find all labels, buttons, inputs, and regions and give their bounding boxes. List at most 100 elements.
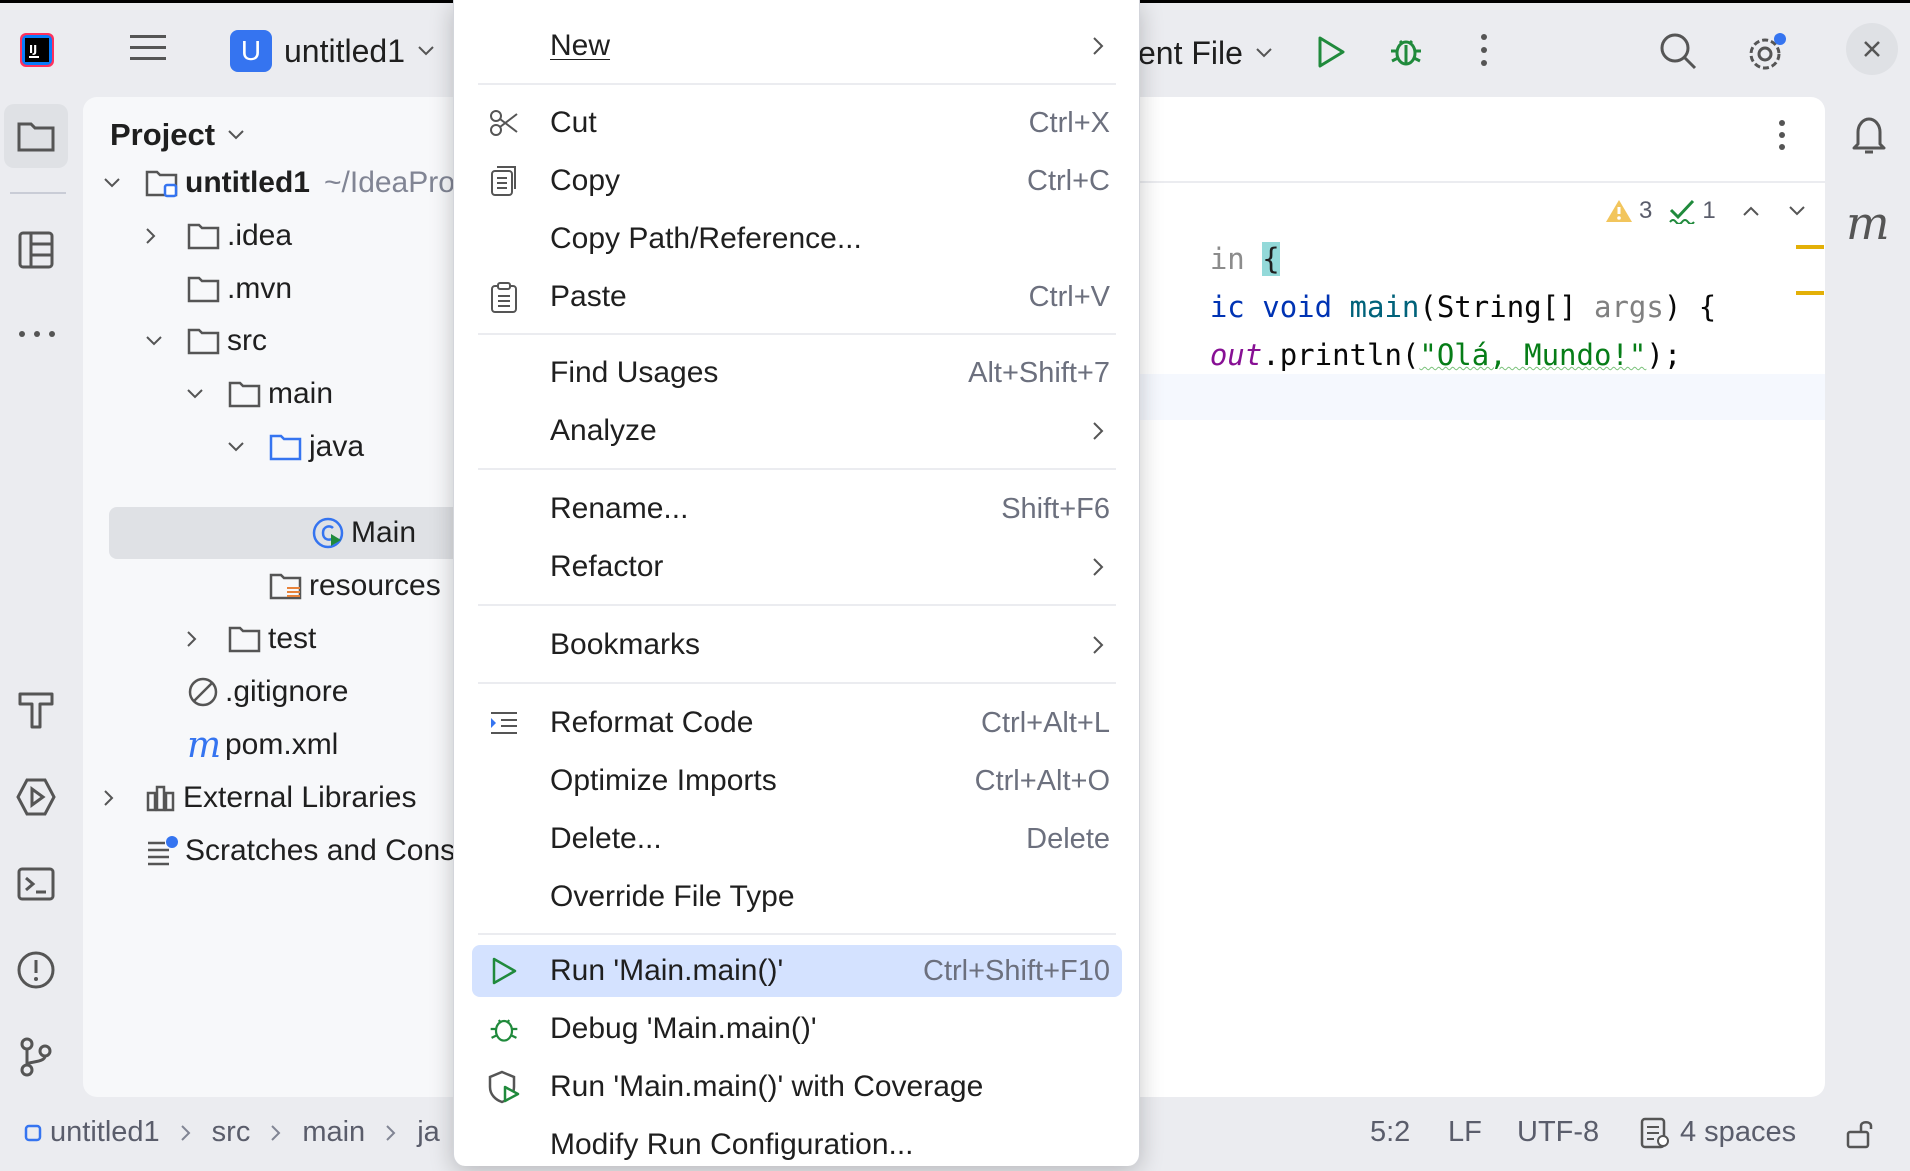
tree-item-label: Scratches and Cons <box>185 834 456 867</box>
typo-check-icon <box>1668 198 1696 224</box>
warning-icon <box>1605 198 1633 224</box>
chevron-down-icon[interactable] <box>186 388 214 400</box>
chevron-right-icon <box>385 1124 397 1142</box>
menu-item-cut[interactable]: Cut Ctrl+X <box>472 97 1122 149</box>
tree-item-idea[interactable]: .idea <box>145 210 292 262</box>
menu-item-find-usages[interactable]: Find Usages Alt+Shift+7 <box>472 347 1122 399</box>
line-separator[interactable]: LF <box>1448 1116 1482 1149</box>
menu-item-copy-path[interactable]: Copy Path/Reference... <box>472 213 1122 265</box>
code-token: ); <box>1646 338 1682 372</box>
folder-icon <box>228 379 262 409</box>
chevron-right-icon[interactable] <box>186 630 214 648</box>
ignore-file-icon <box>187 676 219 708</box>
menu-item-debug-main[interactable]: Debug 'Main.main()' <box>472 1003 1122 1055</box>
services-tool-icon[interactable] <box>4 765 68 829</box>
tree-item-test[interactable]: test <box>186 613 316 665</box>
tree-item-main-folder[interactable]: main <box>186 368 333 420</box>
chevron-down-icon[interactable] <box>145 335 173 347</box>
tree-row-selection <box>109 507 483 559</box>
chevron-down-icon <box>227 129 245 141</box>
menu-item-new[interactable]: New <box>472 20 1122 72</box>
editor-header-divider <box>1100 181 1825 183</box>
problems-tool-icon[interactable] <box>4 938 68 1002</box>
menu-item-modify-run-configuration[interactable]: Modify Run Configuration... <box>472 1119 1122 1171</box>
breadcrumb-item[interactable]: main <box>302 1116 365 1149</box>
indent-icon <box>1640 1117 1670 1149</box>
menu-item-paste[interactable]: Paste Ctrl+V <box>472 271 1122 323</box>
tree-item-pom[interactable]: m pom.xml <box>187 719 338 771</box>
tree-item-label: .gitignore <box>225 675 349 708</box>
notifications-icon[interactable] <box>1850 114 1888 156</box>
search-icon[interactable] <box>1658 31 1698 71</box>
chevron-down-icon <box>1255 47 1273 59</box>
tree-item-mvn[interactable]: .mvn <box>187 263 292 315</box>
app-logo-icon[interactable]: IJ <box>20 33 54 67</box>
menu-separator <box>478 83 1116 85</box>
inspections-widget[interactable]: 3 1 <box>1605 197 1806 225</box>
chevron-down-icon[interactable] <box>227 441 255 453</box>
menu-item-optimize-imports[interactable]: Optimize Imports Ctrl+Alt+O <box>472 755 1122 807</box>
editor-more-icon[interactable] <box>1778 119 1786 151</box>
menu-item-rename[interactable]: Rename... Shift+F6 <box>472 483 1122 535</box>
menu-item-label: New <box>550 29 611 62</box>
menu-item-shortcut: Ctrl+C <box>1027 164 1110 197</box>
chevron-down-icon[interactable] <box>103 177 131 189</box>
file-encoding[interactable]: UTF-8 <box>1517 1116 1599 1149</box>
tree-item-main-class[interactable]: Main <box>311 507 416 559</box>
tree-item-java[interactable]: java <box>227 421 364 473</box>
menu-item-override-file-type[interactable]: Override File Type <box>472 871 1122 923</box>
menu-item-run-with-coverage[interactable]: Run 'Main.main()' with Coverage <box>472 1061 1122 1113</box>
caret-position[interactable]: 5:2 <box>1370 1116 1410 1149</box>
breadcrumb-item[interactable]: untitled1 <box>50 1116 160 1149</box>
structure-tool-icon[interactable] <box>4 218 68 282</box>
menu-item-label: Copy <box>550 164 621 197</box>
tree-item-scratches[interactable]: Scratches and Cons <box>145 825 455 877</box>
tree-item-label: test <box>268 622 317 655</box>
lock-icon[interactable] <box>1845 1118 1875 1150</box>
menu-item-delete[interactable]: Delete... Delete <box>472 813 1122 865</box>
project-selector[interactable]: U untitled1 <box>230 27 435 75</box>
settings-icon[interactable] <box>1744 31 1788 75</box>
menu-item-shortcut: Alt+Shift+7 <box>968 356 1110 389</box>
more-actions-icon[interactable] <box>1480 33 1488 67</box>
menu-item-reformat-code[interactable]: Reformat Code Ctrl+Alt+L <box>472 697 1122 749</box>
breadcrumb-item[interactable]: ja <box>417 1116 440 1149</box>
menu-item-analyze[interactable]: Analyze <box>472 405 1122 457</box>
menu-item-refactor[interactable]: Refactor <box>472 541 1122 593</box>
tree-item-untitled1[interactable]: untitled1 ~/IdeaPro <box>103 157 455 209</box>
tree-item-resources[interactable]: resources <box>269 560 441 612</box>
indent-widget[interactable]: 4 spaces <box>1640 1116 1796 1149</box>
run-config-selector[interactable]: ent File <box>1138 27 1273 79</box>
menu-item-label: Run 'Main.main()' with Coverage <box>550 1070 984 1103</box>
tree-item-label: java <box>309 430 365 463</box>
more-tools-icon[interactable] <box>18 330 56 338</box>
maven-tool-icon[interactable]: m <box>1846 196 1890 250</box>
warning-stripe-mark[interactable] <box>1796 291 1824 295</box>
menu-item-run-main[interactable]: Run 'Main.main()' Ctrl+Shift+F10 <box>472 945 1122 997</box>
warning-stripe-mark[interactable] <box>1796 245 1824 249</box>
code-token: out <box>1209 338 1263 372</box>
main-menu-icon[interactable] <box>130 33 166 63</box>
editor-panel[interactable]: 3 1 in { ic void main(String[] args) { o… <box>1100 97 1825 1097</box>
run-icon[interactable] <box>1316 35 1346 69</box>
terminal-tool-icon[interactable] <box>4 852 68 916</box>
build-tool-icon[interactable] <box>4 678 68 742</box>
chevron-up-icon[interactable] <box>1742 205 1760 217</box>
close-icon[interactable] <box>1846 23 1898 75</box>
debug-icon[interactable] <box>1388 33 1424 69</box>
menu-item-bookmarks[interactable]: Bookmarks <box>472 619 1122 671</box>
breadcrumb-item[interactable]: src <box>212 1116 251 1149</box>
chevron-down-icon[interactable] <box>1788 205 1806 217</box>
tree-item-src[interactable]: src <box>145 315 267 367</box>
chevron-right-icon[interactable] <box>103 789 131 807</box>
tree-item-label: .mvn <box>227 272 293 305</box>
project-panel-header[interactable]: Project <box>110 117 245 153</box>
project-tool-icon[interactable] <box>4 104 68 168</box>
paste-icon <box>488 281 520 313</box>
git-tool-icon[interactable] <box>4 1025 68 1089</box>
menu-item-copy[interactable]: Copy Ctrl+C <box>472 155 1122 207</box>
menu-item-label: Rename... <box>550 492 689 525</box>
tree-item-external-libraries[interactable]: External Libraries <box>103 772 416 824</box>
tree-item-gitignore[interactable]: .gitignore <box>187 666 348 718</box>
chevron-right-icon[interactable] <box>145 227 173 245</box>
